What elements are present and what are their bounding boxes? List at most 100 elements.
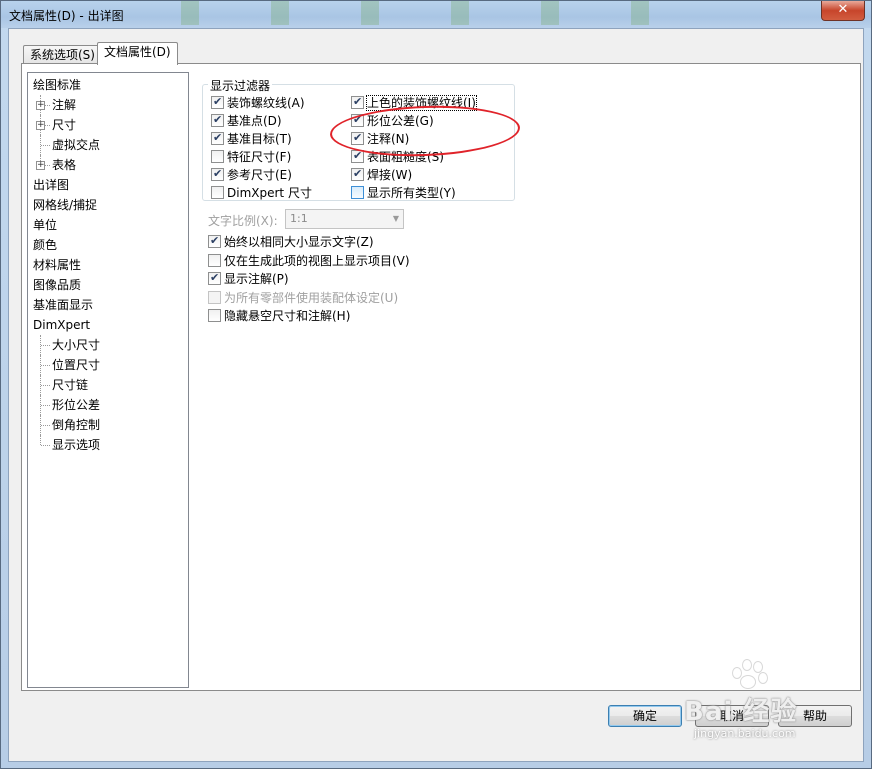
- options-tree[interactable]: 绘图标准 + 注解 + 尺寸虚拟交点 + 表格出详图网格线/捕捉 单位颜色材料属性图像品质基准…: [27, 72, 189, 688]
- tree-item-label: 图像品质: [33, 278, 82, 292]
- tree-connector: [41, 445, 50, 446]
- checkbox-unchecked[interactable]: [208, 309, 221, 322]
- checkbox-option[interactable]: 仅在生成此项的视图上显示项目(V): [208, 253, 410, 269]
- tree-item[interactable]: 材料属性: [28, 255, 188, 275]
- checkbox-checked[interactable]: [211, 130, 224, 146]
- checkbox-label: 参考尺寸(E): [227, 168, 292, 182]
- checkbox-unchecked[interactable]: [208, 290, 221, 304]
- checkbox-unchecked[interactable]: [211, 186, 224, 199]
- checkbox-label: 基准目标(T): [227, 132, 292, 146]
- tree-connector: [41, 385, 50, 386]
- help-button[interactable]: 帮助: [778, 705, 852, 727]
- tree-item-label: 虚拟交点: [52, 138, 101, 152]
- tree-item[interactable]: 网格线/捕捉: [28, 195, 188, 215]
- checkbox-unchecked[interactable]: [211, 150, 224, 163]
- checkbox-option[interactable]: 焊接(W): [351, 166, 413, 183]
- tree-connector: [41, 365, 50, 366]
- tree-item[interactable]: 虚拟交点: [28, 135, 188, 155]
- checkbox-label: 显示所有类型(Y): [367, 186, 456, 200]
- checkbox-option[interactable]: DimXpert 尺寸: [211, 185, 312, 201]
- display-filter-title: 显示过滤器: [208, 77, 273, 94]
- checkbox-label: 基准点(D): [227, 114, 282, 128]
- cancel-button[interactable]: 取消: [695, 705, 769, 727]
- tree-item-label: 注解: [52, 98, 77, 112]
- tree-item[interactable]: 大小尺寸: [28, 335, 188, 355]
- checkbox-option[interactable]: 显示所有类型(Y): [351, 185, 456, 201]
- checkbox-checked[interactable]: [211, 94, 224, 110]
- tree-item[interactable]: DimXpert: [28, 315, 188, 335]
- tree-item[interactable]: 位置尺寸: [28, 355, 188, 375]
- window-title: 文档属性(D) - 出详图: [9, 9, 124, 23]
- expand-icon[interactable]: +: [36, 121, 45, 130]
- tree-item-label: 网格线/捕捉: [33, 198, 98, 212]
- expand-icon[interactable]: +: [36, 101, 45, 110]
- checkbox-checked[interactable]: [208, 270, 221, 286]
- tree-item-label: 绘图标准: [33, 78, 82, 92]
- tree-item[interactable]: 基准面显示: [28, 295, 188, 315]
- checkbox-label: DimXpert 尺寸: [227, 186, 312, 200]
- checkbox-label: 始终以相同大小显示文字(Z): [224, 235, 374, 249]
- tree-item-label: 表格: [52, 158, 77, 172]
- chevron-down-icon: ▼: [392, 214, 399, 223]
- tree-item-label: 形位公差: [52, 398, 101, 412]
- tree-item[interactable]: 绘图标准: [28, 75, 188, 95]
- checkbox-label: 隐藏悬空尺寸和注解(H): [224, 309, 351, 323]
- checkbox-label: 焊接(W): [367, 168, 413, 182]
- tree-item[interactable]: 出详图: [28, 175, 188, 195]
- checkbox-option[interactable]: 显示注解(P): [208, 270, 289, 287]
- checkbox-checked[interactable]: [211, 112, 224, 128]
- tree-item[interactable]: 倒角控制: [28, 415, 188, 435]
- ok-button[interactable]: 确定: [608, 705, 682, 727]
- tree-item-label: 倒角控制: [52, 418, 101, 432]
- tree-connector: [40, 435, 41, 445]
- tree-connector: [41, 145, 50, 146]
- tree-item-label: 材料属性: [33, 258, 82, 272]
- window-frame: 文档属性(D) - 出详图 ✕ 系统选项(S) 文档属性(D) 绘图标准 + 注解 +…: [0, 0, 872, 769]
- checkbox-unchecked[interactable]: [208, 253, 221, 267]
- checkbox-option[interactable]: 为所有零部件使用装配体设定(U): [208, 290, 398, 306]
- tree-connector: [41, 425, 50, 426]
- tree-item[interactable]: + 注解: [28, 95, 188, 115]
- checkbox-option[interactable]: 基准目标(T): [211, 130, 292, 147]
- checkbox-option[interactable]: 始终以相同大小显示文字(Z): [208, 233, 374, 250]
- checkbox-checked[interactable]: [208, 233, 221, 249]
- checkbox-option[interactable]: 基准点(D): [211, 112, 282, 129]
- tree-item-label: 尺寸: [52, 118, 77, 132]
- close-button[interactable]: ✕: [821, 1, 865, 21]
- checkbox-label: 为所有零部件使用装配体设定(U): [224, 290, 399, 305]
- checkbox-checked[interactable]: [351, 94, 364, 110]
- tab-system-options[interactable]: 系统选项(S): [23, 45, 102, 64]
- checkbox-option[interactable]: 装饰螺纹线(A): [211, 94, 305, 111]
- tab-document-properties[interactable]: 文档属性(D): [97, 42, 178, 65]
- tree-item[interactable]: 颜色: [28, 235, 188, 255]
- checkbox-label: 特征尺寸(F): [227, 150, 292, 164]
- tree-item[interactable]: 单位: [28, 215, 188, 235]
- checkbox-checked[interactable]: [351, 166, 364, 182]
- text-scale-select: 1:1 ▼: [285, 209, 404, 229]
- checkbox-option[interactable]: 特征尺寸(F): [211, 149, 291, 165]
- expand-icon[interactable]: +: [36, 161, 45, 170]
- tree-item[interactable]: 形位公差: [28, 395, 188, 415]
- tab-page: 绘图标准 + 注解 + 尺寸 虚拟交点 + 表格 出详图 网格线/捕捉 单位 颜色 材料属性 图像品质 基准…: [21, 63, 861, 691]
- background-blur: [141, 1, 701, 25]
- tree-item-label: 颜色: [33, 238, 58, 252]
- tree-item[interactable]: + 尺寸: [28, 115, 188, 135]
- tree-connector: [41, 405, 50, 406]
- close-icon: ✕: [837, 2, 849, 17]
- tree-item-label: 单位: [33, 218, 58, 232]
- tree-item[interactable]: 显示选项: [28, 435, 188, 455]
- tree-item[interactable]: + 表格: [28, 155, 188, 175]
- checkbox-label: 显示注解(P): [224, 272, 289, 286]
- checkbox-checked[interactable]: [211, 166, 224, 182]
- checkbox-unchecked[interactable]: [351, 186, 364, 199]
- tree-item-label: 出详图: [33, 178, 70, 192]
- checkbox-label: 仅在生成此项的视图上显示项目(V): [224, 253, 410, 268]
- tree-item-label: 大小尺寸: [52, 338, 101, 352]
- tree-item[interactable]: 尺寸链: [28, 375, 188, 395]
- tree-item-label: 位置尺寸: [52, 358, 101, 372]
- tree-item[interactable]: 图像品质: [28, 275, 188, 295]
- title-bar[interactable]: 文档属性(D) - 出详图 ✕: [1, 1, 871, 28]
- tree-item-label: 显示选项: [52, 438, 101, 452]
- checkbox-option[interactable]: 隐藏悬空尺寸和注解(H): [208, 308, 350, 324]
- checkbox-option[interactable]: 参考尺寸(E): [211, 166, 292, 183]
